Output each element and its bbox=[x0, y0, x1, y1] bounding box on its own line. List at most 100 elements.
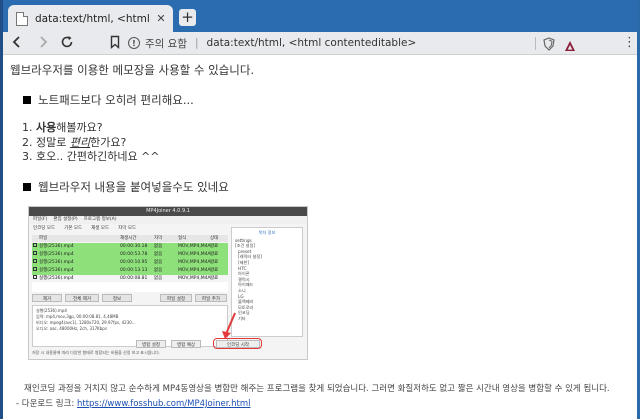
pasted-button-row: 제거 전체 제거 정보 파일 설정 파일 추가 bbox=[32, 294, 228, 303]
editable-page[interactable]: 웹브라우저를 이용한 메모장을 사용할 수 있습니다. 노트패드보다 오히려 편… bbox=[3, 55, 637, 419]
pasted-table-row: 실행(2536).mp4 00:00:13.13 없음 MOV,MP4,M4A... 완… bbox=[32, 267, 228, 275]
pasted-window-title: MP4Joiner 4.0.9.1 bbox=[29, 207, 307, 216]
pasted-menubar: 파일(F) 편집 설정(P) 프로그램 정보(A) bbox=[29, 216, 307, 224]
new-tab-button[interactable]: + bbox=[179, 9, 196, 26]
browser-toolbar: ! 주의 요함 | data:text/html, <html contente… bbox=[3, 32, 637, 55]
pasted-info-line: 오디오: aac, 48000Hz, 2ch, 317Kbps bbox=[36, 326, 107, 331]
address-bar[interactable]: ! 주의 요함 | data:text/html, <html contente… bbox=[128, 34, 578, 52]
pasted-toolbar-item: 인코딩 모드 bbox=[33, 226, 56, 231]
pasted-status-text: 저장 시 내용물에 따라 다양한 형태로 병합되는 비율을 산정 보고 표시됩니… bbox=[32, 350, 161, 355]
list-item: 1. 사용해볼까요? bbox=[22, 121, 160, 136]
list-item: 2. 정말로 편리한가요? bbox=[22, 136, 160, 151]
intro-text: 웹브라우저를 이용한 메모장을 사용할 수 있습니다. bbox=[10, 63, 255, 77]
forward-arrow-icon[interactable] bbox=[35, 35, 51, 51]
pasted-button: 병합 설정 bbox=[136, 340, 166, 348]
pasted-empty-grid bbox=[32, 282, 228, 292]
pasted-table-cell: 완료 bbox=[210, 252, 219, 257]
download-prefix: - 다운로드 링크: bbox=[16, 399, 77, 409]
red-highlight-box bbox=[213, 338, 262, 349]
tab-title: data:text/html, <html contenteditable> bbox=[35, 12, 153, 25]
pasted-table-cell: 실행(2536).mp4 bbox=[39, 244, 74, 249]
pasted-table-row: 실행(2536).mp4 00:00:53.78 없음 MOV,MP4,M4A... 완… bbox=[32, 251, 228, 259]
pasted-checkbox-icon bbox=[33, 267, 37, 271]
pasted-column-header: 재생시간 bbox=[120, 236, 137, 241]
brave-shield-icon[interactable] bbox=[543, 36, 555, 51]
list-item-rest: 한가요? bbox=[90, 135, 127, 149]
pasted-toolbar-item: 자막 모드 bbox=[118, 226, 137, 231]
pasted-button: 병합 예상 bbox=[171, 340, 201, 348]
toolbar-divider bbox=[535, 37, 536, 50]
pasted-table-cell: 00:00:10.95 bbox=[120, 260, 148, 265]
pasted-column-header: 파일 bbox=[39, 236, 48, 241]
pasted-table-cell: 없음 bbox=[154, 260, 163, 265]
reload-icon[interactable] bbox=[59, 35, 75, 51]
pasted-table-row: 실행(2536).mp4 00:00:30.18 없음 MOV,MP4,M4A... 완… bbox=[32, 243, 228, 251]
tab-active[interactable]: data:text/html, <html contenteditable> ✕ bbox=[8, 5, 173, 32]
pasted-toolbar: 인코딩 모드 기본 모드 재생 모드 자막 모드 bbox=[29, 224, 229, 233]
pasted-checkbox-icon bbox=[33, 275, 37, 279]
pasted-toolbar-item: 재생 모드 bbox=[91, 226, 110, 231]
pasted-menu-item: 프로그램 정보(A) bbox=[83, 217, 117, 222]
pasted-checkbox-icon bbox=[33, 251, 37, 255]
browser-window: data:text/html, <html contenteditable> ✕… bbox=[0, 0, 640, 419]
pasted-column-header: 상태 bbox=[210, 236, 219, 241]
pasted-button: 제거 bbox=[32, 294, 62, 302]
security-warning-text[interactable]: 주의 요함 bbox=[145, 36, 187, 51]
pasted-table-row: 실행(2536).mp4 00:00:10.95 없음 MOV,MP4,M4A... 완… bbox=[32, 259, 228, 267]
tab-strip: data:text/html, <html contenteditable> ✕… bbox=[3, 0, 637, 32]
pasted-checkbox-icon bbox=[33, 259, 37, 263]
pasted-menu-item: 파일(F) bbox=[33, 217, 48, 222]
menu-icon[interactable]: ⋮ bbox=[623, 35, 636, 51]
pasted-table-cell: 실행(2536).mp4 bbox=[39, 260, 74, 265]
pasted-table-cell: 없음 bbox=[154, 244, 163, 249]
heading-paste-text: 웹브라우저 내용을 붙여넣을수도 있네요 bbox=[38, 180, 229, 194]
bookmark-icon[interactable] bbox=[108, 35, 122, 51]
warning-icon[interactable]: ! bbox=[128, 37, 140, 49]
heading-notepad: 노트패드보다 오히려 편리해요... bbox=[23, 92, 194, 108]
list-item-emphasis: 편리 bbox=[69, 135, 91, 149]
pasted-button: 파일 설정 bbox=[160, 294, 192, 302]
pasted-column-header: 자막 bbox=[154, 236, 163, 241]
list-item-pre: 정말로 bbox=[36, 135, 70, 149]
heading-notepad-text: 노트패드보다 오히려 편리해요... bbox=[38, 93, 194, 107]
download-line: - 다운로드 링크: https://www.fosshub.com/MP4Jo… bbox=[16, 397, 250, 409]
square-bullet-icon bbox=[23, 96, 31, 104]
list-item-number: 2. bbox=[22, 135, 33, 149]
list-item: 3. 호오.. 간편하긴하네요 ^^ bbox=[22, 150, 160, 163]
pasted-table-cell: 완료 bbox=[210, 268, 219, 273]
back-arrow-icon[interactable] bbox=[9, 35, 25, 51]
pasted-table-cell: 00:00:53.78 bbox=[120, 252, 148, 257]
tab-close-icon[interactable]: ✕ bbox=[155, 12, 167, 25]
pasted-button: 파일 추가 bbox=[195, 294, 227, 302]
pasted-table-cell: 완료 bbox=[210, 244, 219, 249]
pasted-side-header: 목차 정보 bbox=[258, 230, 276, 235]
pasted-toolbar-item: 기본 모드 bbox=[64, 226, 83, 231]
pasted-table-cell: 없음 bbox=[154, 252, 163, 257]
numbered-list: 1. 사용해볼까요? 2. 정말로 편리한가요? 3. 호오.. 간편하긴하네요… bbox=[22, 121, 160, 165]
pasted-table-cell: 실행(2536).mp4 bbox=[39, 252, 74, 257]
address-url[interactable]: data:text/html, <html contenteditable> bbox=[207, 37, 417, 49]
list-item-bold: 사용 bbox=[36, 121, 57, 134]
pasted-screenshot: MP4Joiner 4.0.9.1 파일(F) 편집 설정(P) 프로그램 정보(A… bbox=[28, 206, 308, 360]
pasted-button: 정보 bbox=[102, 294, 132, 302]
pasted-checkbox-icon bbox=[33, 243, 37, 247]
pasted-button: 전체 제거 bbox=[65, 294, 99, 302]
red-arrow-icon bbox=[222, 312, 236, 339]
pasted-table-cell: 00:00:30.18 bbox=[120, 244, 148, 249]
rewards-triangle-icon[interactable] bbox=[564, 37, 576, 51]
download-link[interactable]: https://www.fosshub.com/MP4Joiner.html bbox=[77, 399, 251, 409]
pasted-column-header: 형식 bbox=[178, 236, 187, 241]
pasted-table-cell: 00:00:13.13 bbox=[120, 268, 148, 273]
pasted-table-cell: 없음 bbox=[154, 268, 163, 273]
pasted-menu-item: 편집 설정(P) bbox=[53, 217, 78, 222]
pasted-preset-panel: 목차 정보 settings [조건 설정] preset [캐릭터 설정] [제한] H… bbox=[231, 227, 303, 337]
pasted-table-cell: 완료 bbox=[210, 260, 219, 265]
pasted-side-item: 기타 bbox=[238, 315, 246, 321]
pasted-table-cell: 실행(2536).mp4 bbox=[39, 268, 74, 273]
page-icon bbox=[16, 11, 28, 26]
list-item-rest: 해볼까요? bbox=[56, 121, 103, 134]
heading-paste: 웹브라우저 내용을 붙여넣을수도 있네요 bbox=[23, 179, 229, 195]
square-bullet-icon bbox=[23, 183, 31, 191]
address-separator: | bbox=[194, 37, 199, 49]
description-text: 재인코딩 과정을 거치지 않고 순수하게 MP4동영상을 병합만 해주는 프로그… bbox=[24, 384, 610, 394]
